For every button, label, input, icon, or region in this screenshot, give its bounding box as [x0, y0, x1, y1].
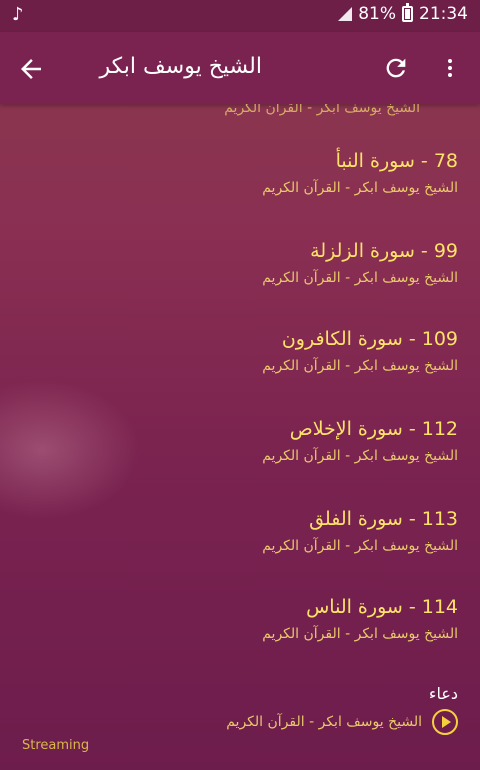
status-bar: ♪ 81% 21:34 [0, 0, 480, 32]
track-subtitle: الشيخ يوسف ابكر - القرآن الكريم [262, 358, 458, 374]
refresh-icon[interactable] [382, 54, 410, 82]
track-subtitle: الشيخ يوسف ابكر - القرآن الكريم [262, 448, 458, 464]
list-item[interactable]: 114 - سورة الناس الشيخ يوسف ابكر - القرآ… [158, 594, 458, 644]
track-title: 99 - سورة الزلزلة [310, 240, 458, 262]
list-item[interactable]: 78 - سورة النبأ الشيخ يوسف ابكر - القرآن… [158, 148, 458, 198]
track-subtitle: الشيخ يوسف ابكر - القرآن الكريم [262, 538, 458, 554]
list-item[interactable]: 112 - سورة الإخلاص الشيخ يوسف ابكر - الق… [158, 416, 458, 466]
music-note-icon: ♪ [12, 4, 24, 25]
app-bar: الشيخ يوسف ابكر [0, 32, 480, 104]
dua-player-bar[interactable]: دعاء الشيخ يوسف ابكر - القرآن الكريم [158, 684, 458, 735]
back-arrow-icon[interactable] [16, 54, 46, 84]
streaming-label: Streaming [22, 738, 90, 753]
battery-percent: 81% [358, 4, 396, 24]
page-title: الشيخ يوسف ابكر [99, 54, 263, 79]
track-subtitle: الشيخ يوسف ابكر - القرآن الكريم [262, 270, 458, 286]
track-subtitle: الشيخ يوسف ابكر - القرآن الكريم [262, 626, 458, 642]
clock: 21:34 [419, 4, 468, 24]
more-vert-icon[interactable] [438, 54, 462, 82]
track-list: الشيخ يوسف ابكر - القرآن الكريم 78 - سور… [0, 104, 480, 744]
list-item[interactable]: 99 - سورة الزلزلة الشيخ يوسف ابكر - القر… [158, 238, 458, 288]
track-title: 113 - سورة الفلق [309, 508, 458, 530]
dua-subtitle: الشيخ يوسف ابكر - القرآن الكريم [226, 714, 422, 730]
status-right: 81% 21:34 [338, 3, 468, 24]
track-title: 78 - سورة النبأ [335, 150, 458, 172]
track-title: 114 - سورة الناس [306, 596, 458, 618]
list-item[interactable]: 109 - سورة الكافرون الشيخ يوسف ابكر - ال… [158, 326, 458, 376]
track-title: 112 - سورة الإخلاص [289, 418, 458, 440]
play-icon[interactable] [432, 709, 458, 735]
dua-title: دعاء [428, 684, 458, 703]
signal-icon [338, 7, 353, 21]
track-title: 109 - سورة الكافرون [281, 328, 458, 350]
track-subtitle: الشيخ يوسف ابكر - القرآن الكريم [262, 180, 458, 196]
battery-icon [402, 3, 413, 22]
list-item[interactable]: 113 - سورة الفلق الشيخ يوسف ابكر - القرآ… [158, 506, 458, 556]
list-item-partial-subtitle: الشيخ يوسف ابكر - القرآن الكريم [224, 104, 420, 116]
dua-row: الشيخ يوسف ابكر - القرآن الكريم [158, 709, 458, 735]
